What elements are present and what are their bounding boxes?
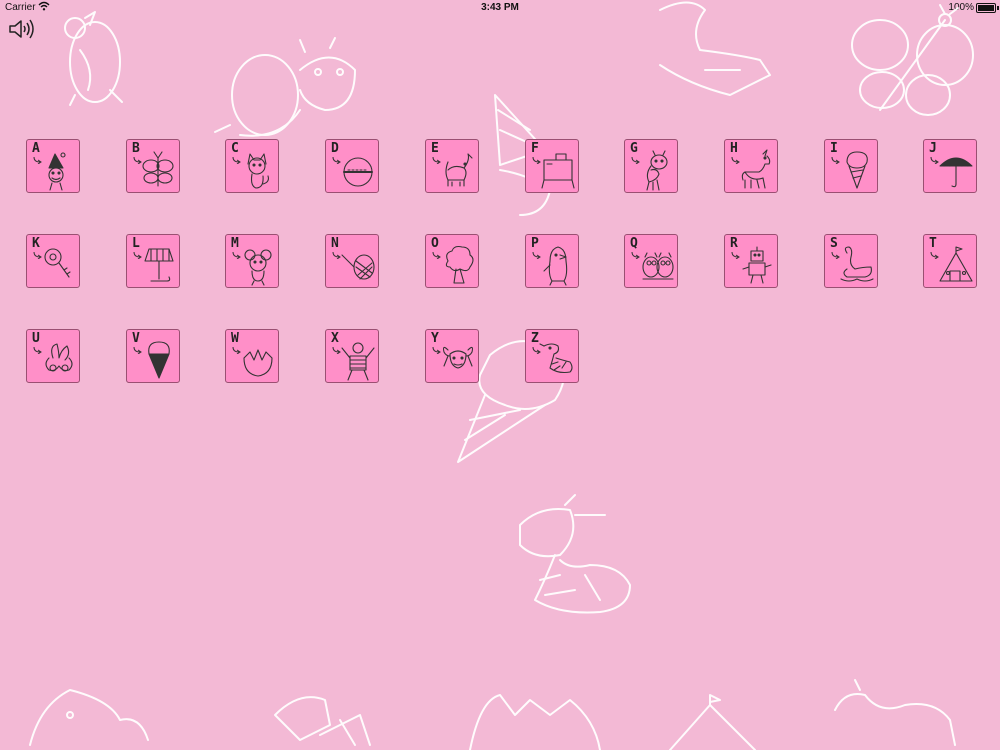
letter-tile-v[interactable]: V [126,329,180,383]
letter-tile-o[interactable]: O [425,234,479,288]
robot-sketch [274,696,371,746]
speaker-icon[interactable] [8,18,36,40]
eggshell-sketch [469,694,601,750]
giraffe-icon [646,150,668,191]
letter-tile-z[interactable]: Z [525,329,579,383]
eggshell-icon [243,349,273,377]
letter-tile-r[interactable]: R [724,234,778,288]
letter-tile-p[interactable]: P [525,234,579,288]
robot-icon [742,246,772,284]
letter-tile-s[interactable]: S [824,234,878,288]
net-icon [341,254,375,280]
disc-icon [343,157,373,187]
elephant-icon [445,153,473,187]
letter-tile-y[interactable]: Y [425,329,479,383]
letter-tile-e[interactable]: E [425,139,479,193]
letter-tile-w[interactable]: W [225,329,279,383]
key-icon [44,248,71,278]
owl-icon [642,252,674,280]
zebra-sketch [519,494,631,614]
cat-icon [247,153,269,189]
letter-tile-l[interactable]: L [126,234,180,288]
swan-icon [840,246,874,282]
swan-sketch [659,1,771,96]
letter-tile-u[interactable]: U [26,329,80,383]
butterfly-sketch [851,4,974,116]
horse-sketch [834,679,956,746]
battery-percent: 100% [948,2,974,13]
status-bar: Carrier 3:43 PM 100% [0,0,1000,16]
bird-sketch [64,11,123,106]
letter-tile-i[interactable]: I [824,139,878,193]
ice-cream-icon [846,151,868,189]
letter-tile-f[interactable]: F [525,139,579,193]
elephant-sketch [29,689,149,746]
cone-icon [148,341,170,379]
umbrella-icon [939,157,973,188]
zebra-icon [539,343,573,374]
letter-tile-m[interactable]: M [225,234,279,288]
penguin-icon [543,246,568,286]
letter-tile-h[interactable]: H [724,139,778,193]
letter-tile-t[interactable]: T [923,234,977,288]
tent-sketch [669,694,756,750]
letter-tile-b[interactable]: B [126,139,180,193]
letter-tile-k[interactable]: K [26,234,80,288]
xylophone-boy-icon [341,342,375,381]
battery-icon [976,3,996,13]
lamp-icon [144,248,174,282]
tent-icon [939,246,973,282]
letter-tile-n[interactable]: N [325,234,379,288]
letter-tile-x[interactable]: X [325,329,379,383]
butterfly-icon [142,151,174,187]
horse-icon [741,149,771,189]
tree-icon [445,245,474,284]
flower-icon [45,343,73,372]
letter-tile-a[interactable]: A [26,139,80,193]
mouse-icon [244,249,272,286]
letter-tile-c[interactable]: C [225,139,279,193]
clown-icon [48,152,66,191]
giraffe-sketch [214,37,356,137]
letter-tile-j[interactable]: J [923,139,977,193]
clock: 3:43 PM [481,2,519,13]
yak-icon [442,346,474,369]
letter-tile-q[interactable]: Q [624,234,678,288]
letter-tile-d[interactable]: D [325,139,379,193]
battery-tip [997,6,999,10]
furniture-desk-icon [541,153,575,189]
letter-tile-g[interactable]: G [624,139,678,193]
